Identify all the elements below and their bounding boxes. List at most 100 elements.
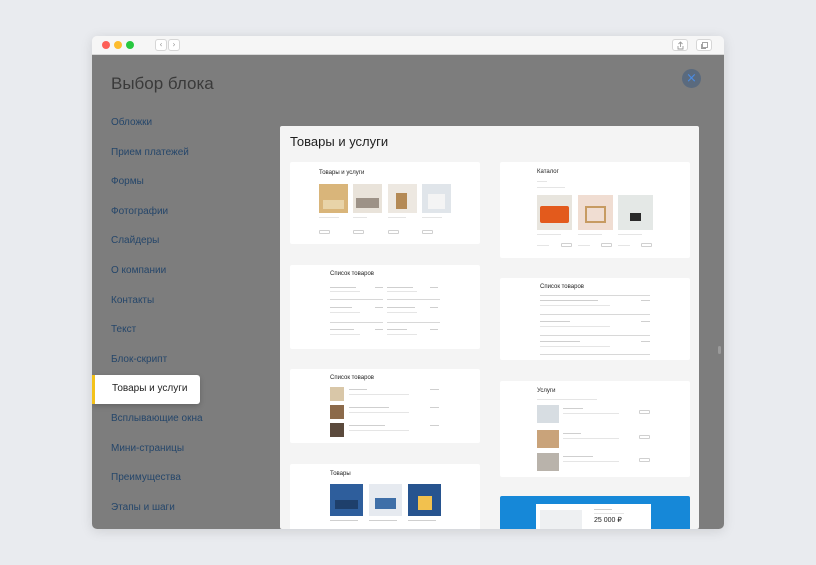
product-image	[330, 484, 363, 516]
block-preview-goods-services[interactable]: Товары и услуги	[290, 162, 480, 244]
card-title: Услуги	[537, 388, 556, 394]
placeholder-text-line	[387, 329, 407, 330]
placeholder-text-line	[349, 412, 409, 413]
placeholder-text-line	[349, 430, 409, 431]
block-preview-catalog[interactable]: Каталог	[500, 162, 690, 258]
blocks-panel: Товары и услуги Товары и услуги Каталог	[280, 126, 699, 529]
placeholder-text-line	[540, 300, 598, 301]
promo-image	[540, 510, 582, 529]
chevron-right-icon[interactable]: ›	[168, 39, 180, 51]
placeholder-text-line	[563, 433, 581, 434]
placeholder-text-line	[540, 346, 610, 347]
placeholder-price	[641, 341, 650, 342]
placeholder-price	[430, 287, 438, 288]
placeholder-text-line	[330, 312, 360, 313]
minimize-window-button[interactable]	[114, 41, 122, 49]
placeholder-text-line	[618, 234, 642, 235]
placeholder-text-line	[537, 181, 547, 182]
placeholder-text-line	[387, 334, 417, 335]
product-image	[388, 184, 417, 213]
placeholder-text-line	[563, 456, 593, 457]
zoom-window-button[interactable]	[126, 41, 134, 49]
card-title: Товары и услуги	[319, 170, 365, 176]
placeholder-text-line	[349, 407, 389, 408]
placeholder-price	[375, 307, 383, 308]
block-preview-product-list-rows[interactable]: Список товаров	[500, 278, 690, 360]
service-button	[639, 435, 650, 439]
menu-item-forms[interactable]: Формы	[111, 176, 144, 187]
menu-item-advantages[interactable]: Преимущества	[111, 472, 181, 483]
divider	[387, 322, 440, 323]
placeholder-text-line	[387, 307, 415, 308]
share-button[interactable]	[672, 39, 688, 51]
divider	[540, 314, 650, 315]
divider	[387, 299, 440, 300]
product-image	[537, 195, 572, 230]
placeholder-price	[641, 300, 650, 301]
product-image	[353, 184, 382, 213]
placeholder-price	[430, 389, 439, 390]
placeholder-text-line	[353, 217, 367, 218]
promo-card: 25 000 ₽	[536, 504, 651, 529]
placeholder-price	[430, 425, 439, 426]
placeholder-price	[375, 329, 383, 330]
placeholder-text-line	[563, 438, 619, 439]
menu-item-mini-pages[interactable]: Мини-страницы	[111, 443, 184, 454]
block-preview-services[interactable]: Услуги	[500, 381, 690, 477]
service-image	[537, 430, 559, 448]
placeholder-text-line	[563, 461, 619, 462]
menu-item-sliders[interactable]: Слайдеры	[111, 235, 159, 246]
close-window-button[interactable]	[102, 41, 110, 49]
tabs-button[interactable]	[696, 39, 712, 51]
product-thumbnail	[330, 423, 344, 437]
block-preview-product-list-images[interactable]: Список товаров	[290, 369, 480, 443]
product-button	[353, 230, 364, 234]
product-image	[578, 195, 613, 230]
placeholder-price	[430, 307, 438, 308]
menu-item-contacts[interactable]: Контакты	[111, 295, 154, 306]
placeholder-text-line	[330, 307, 352, 308]
chevron-left-icon[interactable]: ‹	[155, 39, 167, 51]
card-title: Список товаров	[330, 375, 374, 381]
placeholder-text-line	[369, 520, 397, 521]
placeholder-price	[375, 287, 383, 288]
menu-item-payments[interactable]: Прием платежей	[111, 147, 189, 158]
placeholder-text-line	[563, 408, 583, 409]
service-button	[639, 458, 650, 462]
scroll-handle[interactable]	[718, 346, 721, 354]
menu-item-steps[interactable]: Этапы и шаги	[111, 502, 175, 513]
block-preview-promo[interactable]: 25 000 ₽	[500, 496, 690, 529]
placeholder-text-line	[330, 287, 356, 288]
menu-item-goods-services[interactable]: Товары и услуги	[92, 375, 200, 404]
placeholder-text-line	[349, 394, 409, 395]
placeholder-text-line	[537, 187, 565, 188]
placeholder-text-line	[387, 312, 417, 313]
product-image	[369, 484, 402, 516]
product-button	[641, 243, 652, 247]
placeholder-price	[578, 245, 590, 246]
product-image	[422, 184, 451, 213]
block-preview-goods[interactable]: Товары	[290, 464, 480, 529]
menu-item-text[interactable]: Текст	[111, 324, 136, 335]
modal-title: Выбор блока	[111, 74, 214, 93]
placeholder-price	[641, 321, 650, 322]
block-preview-product-list-columns[interactable]: Список товаров	[290, 265, 480, 349]
product-button	[319, 230, 330, 234]
divider	[540, 354, 650, 355]
menu-item-covers[interactable]: Обложки	[111, 117, 152, 128]
placeholder-text-line	[319, 217, 339, 218]
menu-item-popups[interactable]: Всплывающие окна	[111, 413, 203, 424]
placeholder-text-line	[537, 399, 597, 400]
placeholder-text-line	[594, 513, 624, 514]
menu-item-about[interactable]: О компании	[111, 265, 166, 276]
placeholder-text-line	[387, 291, 417, 292]
placeholder-text-line	[408, 520, 436, 521]
menu-item-block-script[interactable]: Блок-скрипт	[111, 354, 167, 365]
placeholder-text-line	[387, 287, 413, 288]
placeholder-text-line	[388, 217, 406, 218]
product-button	[561, 243, 572, 247]
placeholder-text-line	[540, 326, 610, 327]
close-icon[interactable]: ×	[682, 69, 701, 88]
panel-title: Товары и услуги	[290, 134, 389, 149]
menu-item-photos[interactable]: Фотографии	[111, 206, 168, 217]
